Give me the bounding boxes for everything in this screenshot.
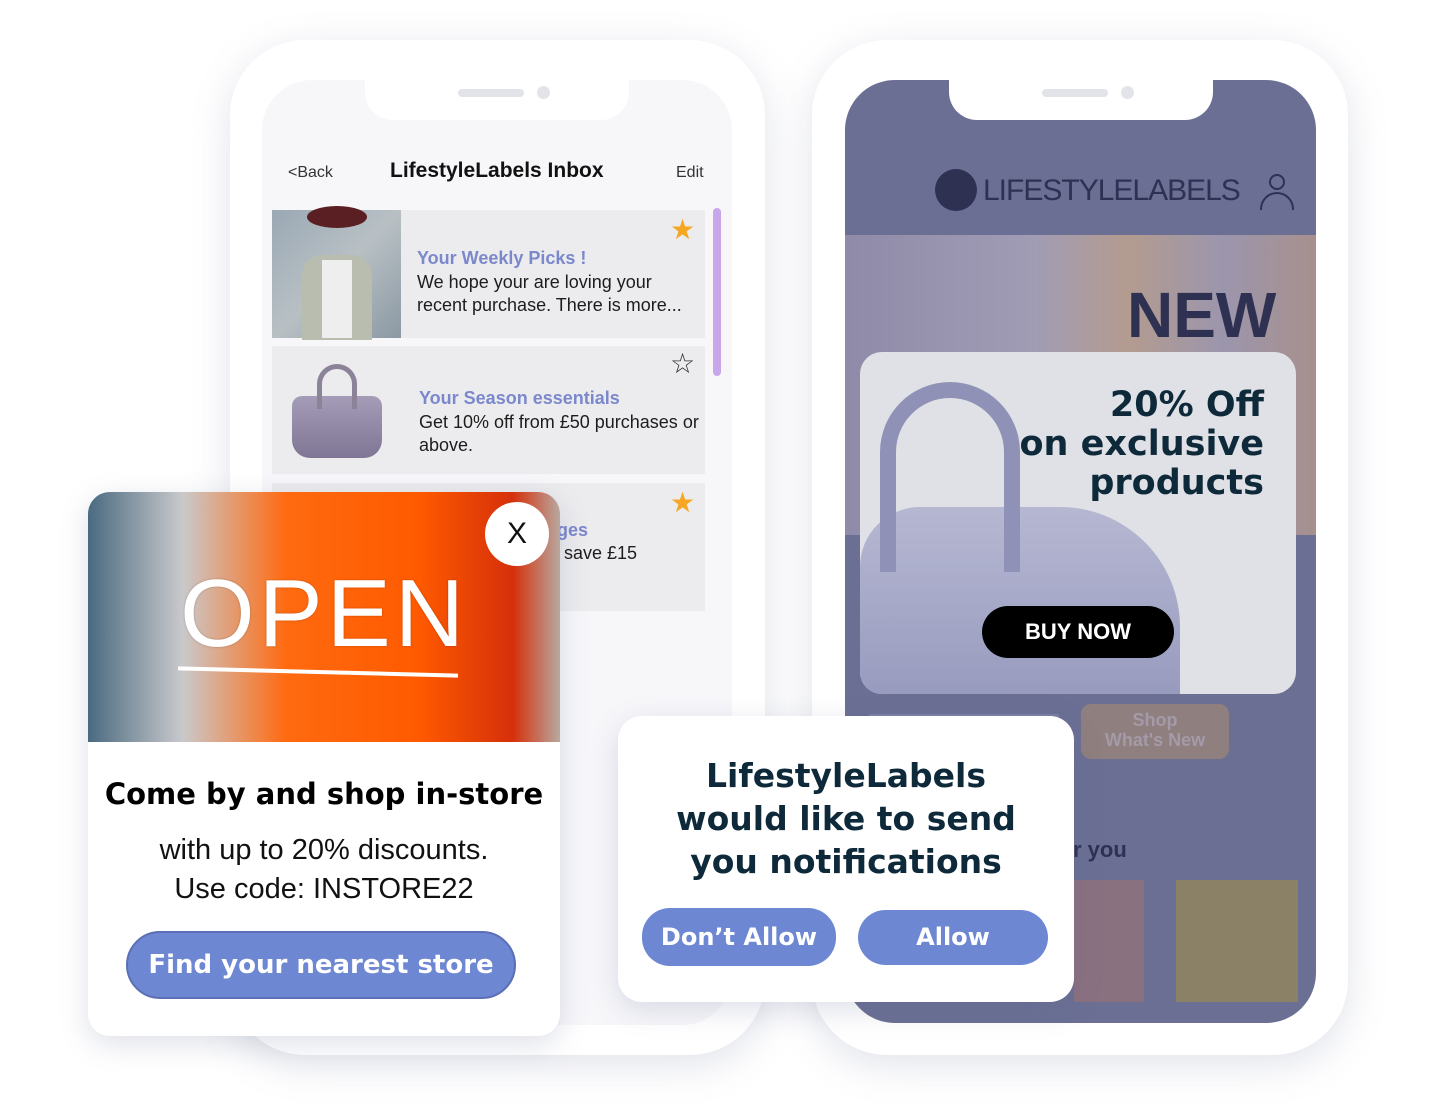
message-title: Your Season essentials [419, 388, 620, 408]
popup-text-line2: Use code: INSTORE22 [174, 873, 474, 905]
find-store-button[interactable]: Find your nearest store [126, 931, 516, 999]
promo-card: 20% Off on exclusive products BUY NOW [860, 352, 1296, 694]
message-body: Get 10% off from £50 purchases or above. [419, 412, 699, 455]
woman-photo [272, 206, 401, 340]
star-filled-icon[interactable]: ★ [670, 489, 695, 517]
inbox-message[interactable]: Your Weekly Picks ! We hope your are lov… [272, 206, 705, 340]
speaker [1042, 89, 1108, 97]
back-button[interactable]: <Back [288, 164, 333, 182]
inbox-message[interactable]: Your Season essentials Get 10% off from … [272, 346, 705, 474]
close-button[interactable]: X [485, 502, 549, 566]
star-filled-icon[interactable]: ★ [670, 216, 695, 244]
scrollbar[interactable] [713, 208, 721, 376]
promo-text: 20% Off on exclusive products [1019, 385, 1264, 503]
buy-now-button[interactable]: BUY NOW [982, 606, 1174, 658]
camera [1121, 86, 1134, 99]
section-heading: r you [1073, 837, 1127, 862]
open-sign-text: OPEN [180, 560, 469, 667]
camera [537, 86, 550, 99]
user-icon[interactable] [1260, 174, 1294, 210]
dialog-message: LifestyleLabels would like to send you n… [676, 756, 1016, 881]
dont-allow-button[interactable]: Don’t Allow [642, 908, 836, 966]
notification-permission-dialog: LifestyleLabels would like to send you n… [618, 716, 1074, 1002]
message-title: Your Weekly Picks ! [417, 248, 587, 268]
store-popup: OPEN X Come by and shop in-store with up… [88, 492, 560, 1036]
product-thumbnail[interactable] [1074, 880, 1144, 1002]
phone-notch [365, 80, 629, 120]
speaker [458, 89, 524, 97]
allow-button[interactable]: Allow [858, 910, 1048, 965]
phone-notch [949, 80, 1213, 120]
message-body: We hope your are loving your recent purc… [417, 272, 682, 315]
popup-heading: Come by and shop in-store [104, 777, 544, 811]
product-thumbnail[interactable] [1176, 880, 1298, 1002]
shop-whats-new-button[interactable]: Shop What's New [1081, 704, 1229, 759]
logo-icon [935, 169, 977, 211]
popup-text-line1: with up to 20% discounts. [159, 834, 489, 866]
brand-logo: LIFESTYLELABELS [983, 174, 1241, 207]
message-body: save £15 [564, 543, 638, 563]
page-title: LifestyleLabels Inbox [390, 159, 604, 182]
star-outline-icon[interactable]: ☆ [670, 350, 695, 378]
message-title: ges [557, 520, 589, 540]
banner-title: NEW [1127, 279, 1277, 351]
edit-button[interactable]: Edit [676, 164, 704, 182]
